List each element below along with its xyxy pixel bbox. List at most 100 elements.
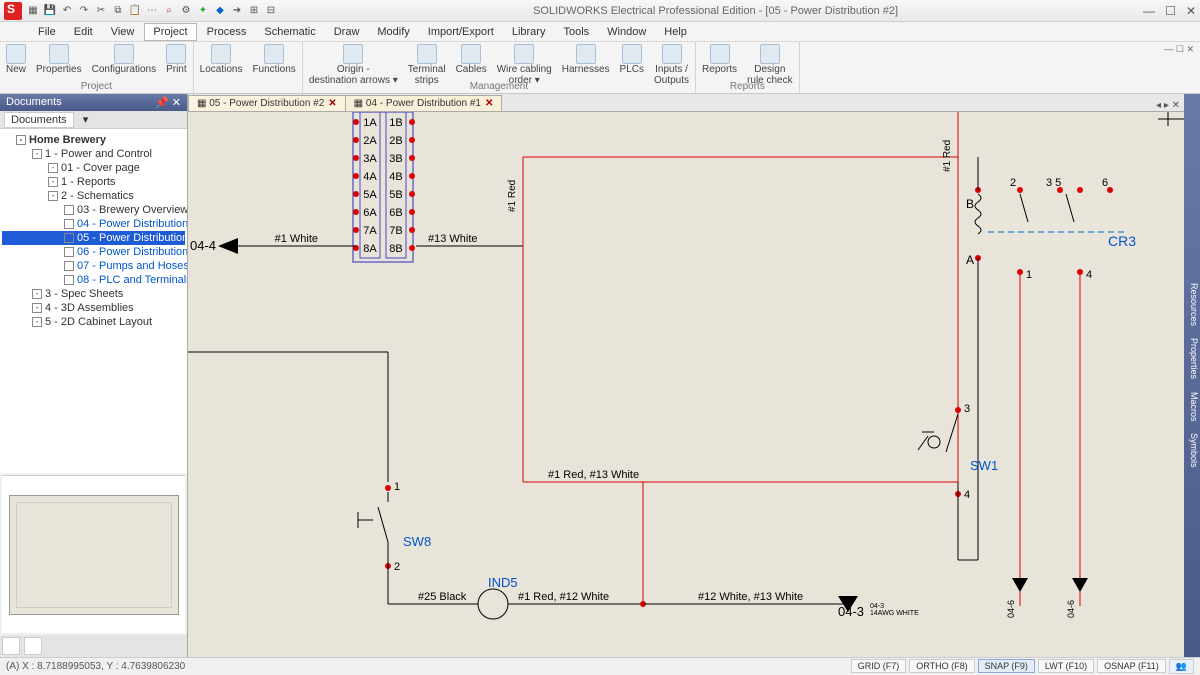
svg-text:5B: 5B: [389, 189, 402, 201]
status-osnap-button[interactable]: OSNAP (F11): [1097, 659, 1166, 673]
ribbon-inputs-button[interactable]: Inputs /Outputs: [654, 44, 689, 86]
tree-item[interactable]: 05 - Power Distribution #2: [2, 231, 185, 245]
tree-root[interactable]: -Home Brewery: [2, 133, 185, 147]
tree-item[interactable]: 06 - Power Distribution #3: [2, 245, 185, 259]
ribbon-icon: [166, 44, 186, 64]
status-lwt-button[interactable]: LWT (F10): [1038, 659, 1094, 673]
tree-item[interactable]: 07 - Pumps and Hoses: [2, 259, 185, 273]
panel-pin-icon[interactable]: 📌 ✕: [155, 96, 181, 109]
ribbon-locations-button[interactable]: Locations: [200, 44, 243, 76]
tree-item[interactable]: 03 - Brewery Overview/Setup: [2, 203, 185, 217]
ribbon-harnesses-button[interactable]: Harnesses: [562, 44, 610, 76]
palette-properties[interactable]: Properties: [1189, 338, 1199, 379]
qat-tool6-icon[interactable]: ⊟: [264, 4, 278, 18]
ref-04-3-label: 04-3: [838, 604, 864, 619]
ribbon-design-button[interactable]: Designrule check: [747, 44, 793, 86]
wire-1red-13white-label: #1 Red, #13 White: [548, 469, 639, 481]
close-button[interactable]: ✕: [1186, 4, 1196, 18]
mdi-controls[interactable]: — ☐ ✕: [1164, 44, 1194, 55]
documents-tab-dropdown-icon[interactable]: ▾: [77, 113, 95, 127]
terminal-strip: [353, 112, 413, 262]
status-snap-button[interactable]: SNAP (F9): [978, 659, 1035, 673]
ribbon-icon: [211, 44, 231, 64]
qat-tool5-icon[interactable]: ⊞: [247, 4, 261, 18]
ribbon-properties-button[interactable]: Properties: [36, 44, 82, 76]
menu-file[interactable]: File: [30, 24, 64, 40]
svg-text:5A: 5A: [363, 189, 377, 201]
ribbon-cables-button[interactable]: Cables: [456, 44, 487, 76]
qat-paste-icon[interactable]: 📋: [128, 4, 142, 18]
menu-process[interactable]: Process: [199, 24, 255, 40]
qat-undo-icon[interactable]: ↶: [60, 4, 74, 18]
relay-cr3: B A 2 1 3 5 4 6 CR3: [966, 177, 1136, 281]
tab-close-icon[interactable]: ✕: [328, 98, 336, 109]
qat-copy-icon[interactable]: ⧉: [111, 4, 125, 18]
menu-library[interactable]: Library: [504, 24, 554, 40]
qat-tool4-icon[interactable]: ➔: [230, 4, 244, 18]
status-user-icon[interactable]: 👥: [1169, 659, 1194, 674]
panel-foot-btn2[interactable]: [24, 637, 42, 655]
palette-symbols[interactable]: Symbols: [1189, 433, 1199, 468]
menu-edit[interactable]: Edit: [66, 24, 101, 40]
tree-item[interactable]: -4 - 3D Assemblies: [2, 301, 185, 315]
tab-close-icon[interactable]: ✕: [485, 98, 493, 109]
status-grid-button[interactable]: GRID (F7): [851, 659, 907, 673]
tree-item[interactable]: 04 - Power Distribution #1: [2, 217, 185, 231]
svg-text:8B: 8B: [389, 243, 402, 255]
document-tab[interactable]: ▦ 04 - Power Distribution #1 ✕: [345, 95, 503, 111]
qat-cut-icon[interactable]: ✂: [94, 4, 108, 18]
panel-foot-btn1[interactable]: [2, 637, 20, 655]
tree-item[interactable]: -5 - 2D Cabinet Layout: [2, 315, 185, 329]
menu-schematic[interactable]: Schematic: [256, 24, 323, 40]
tree-item[interactable]: -01 - Cover page: [2, 161, 185, 175]
menu-help[interactable]: Help: [656, 24, 695, 40]
ribbon-icon: [622, 44, 642, 64]
ribbon-terminal-button[interactable]: Terminalstrips: [408, 44, 446, 86]
tree-item[interactable]: 08 - PLC and Terminals: [2, 273, 185, 287]
qat-tool1-icon[interactable]: ⚙: [179, 4, 193, 18]
menu-project[interactable]: Project: [144, 23, 196, 41]
palette-macros[interactable]: Macros: [1189, 392, 1199, 422]
qat-new-icon[interactable]: ▦: [26, 4, 40, 18]
menu-tools[interactable]: Tools: [555, 24, 597, 40]
qat-zoom-icon[interactable]: ⌕: [162, 4, 176, 18]
ribbon-origin-button[interactable]: Origin -destination arrows ▾: [309, 44, 398, 86]
tree-item[interactable]: -1 - Reports: [2, 175, 185, 189]
maximize-button[interactable]: ☐: [1165, 4, 1176, 18]
document-tab[interactable]: ▦ 05 - Power Distribution #2 ✕: [188, 95, 346, 111]
svg-text:1B: 1B: [389, 117, 402, 129]
ribbon-configurations-button[interactable]: Configurations: [92, 44, 156, 76]
menu-draw[interactable]: Draw: [326, 24, 368, 40]
qat-tool3-icon[interactable]: ◆: [213, 4, 227, 18]
status-ortho-button[interactable]: ORTHO (F8): [909, 659, 974, 673]
qat-save-icon[interactable]: 💾: [43, 4, 57, 18]
menu-view[interactable]: View: [103, 24, 143, 40]
svg-text:3A: 3A: [363, 153, 377, 165]
ribbon-icon: [6, 44, 26, 64]
menu-modify[interactable]: Modify: [369, 24, 417, 40]
tree-item[interactable]: -3 - Spec Sheets: [2, 287, 185, 301]
ribbon-new-button[interactable]: New: [6, 44, 26, 76]
svg-text:1A: 1A: [363, 117, 377, 129]
tabstrip-controls[interactable]: ◂ ▸ ✕: [1152, 100, 1184, 111]
ribbon-plcs-button[interactable]: PLCs: [620, 44, 644, 76]
svg-text:3B: 3B: [389, 153, 402, 165]
ribbon-reports-button[interactable]: Reports: [702, 44, 737, 76]
documents-tab[interactable]: Documents: [4, 112, 74, 128]
ribbon-functions-button[interactable]: Functions: [252, 44, 295, 76]
menu-importexport[interactable]: Import/Export: [420, 24, 502, 40]
documents-panel-footer: [0, 635, 187, 657]
palette-resources[interactable]: Resources: [1189, 283, 1199, 326]
ribbon-wire-button[interactable]: Wire cablingorder ▾: [497, 44, 552, 86]
qat-tool2-icon[interactable]: ✦: [196, 4, 210, 18]
qat-redo-icon[interactable]: ↷: [77, 4, 91, 18]
schematic-canvas[interactable]: 1A2A3A4A5A6A7A8A 1B2B3B4B5B6B7B8B 04-4 #…: [188, 112, 1184, 657]
ribbon-print-button[interactable]: Print: [166, 44, 187, 76]
documents-panel-tabs: Documents ▾: [0, 111, 187, 129]
qat-more-icon[interactable]: ⋯: [145, 4, 159, 18]
menu-window[interactable]: Window: [599, 24, 654, 40]
wire-1-red-vertical-label: #1 Red: [507, 180, 518, 212]
tree-item[interactable]: -1 - Power and Control: [2, 147, 185, 161]
tree-item[interactable]: -2 - Schematics: [2, 189, 185, 203]
minimize-button[interactable]: —: [1143, 4, 1155, 18]
